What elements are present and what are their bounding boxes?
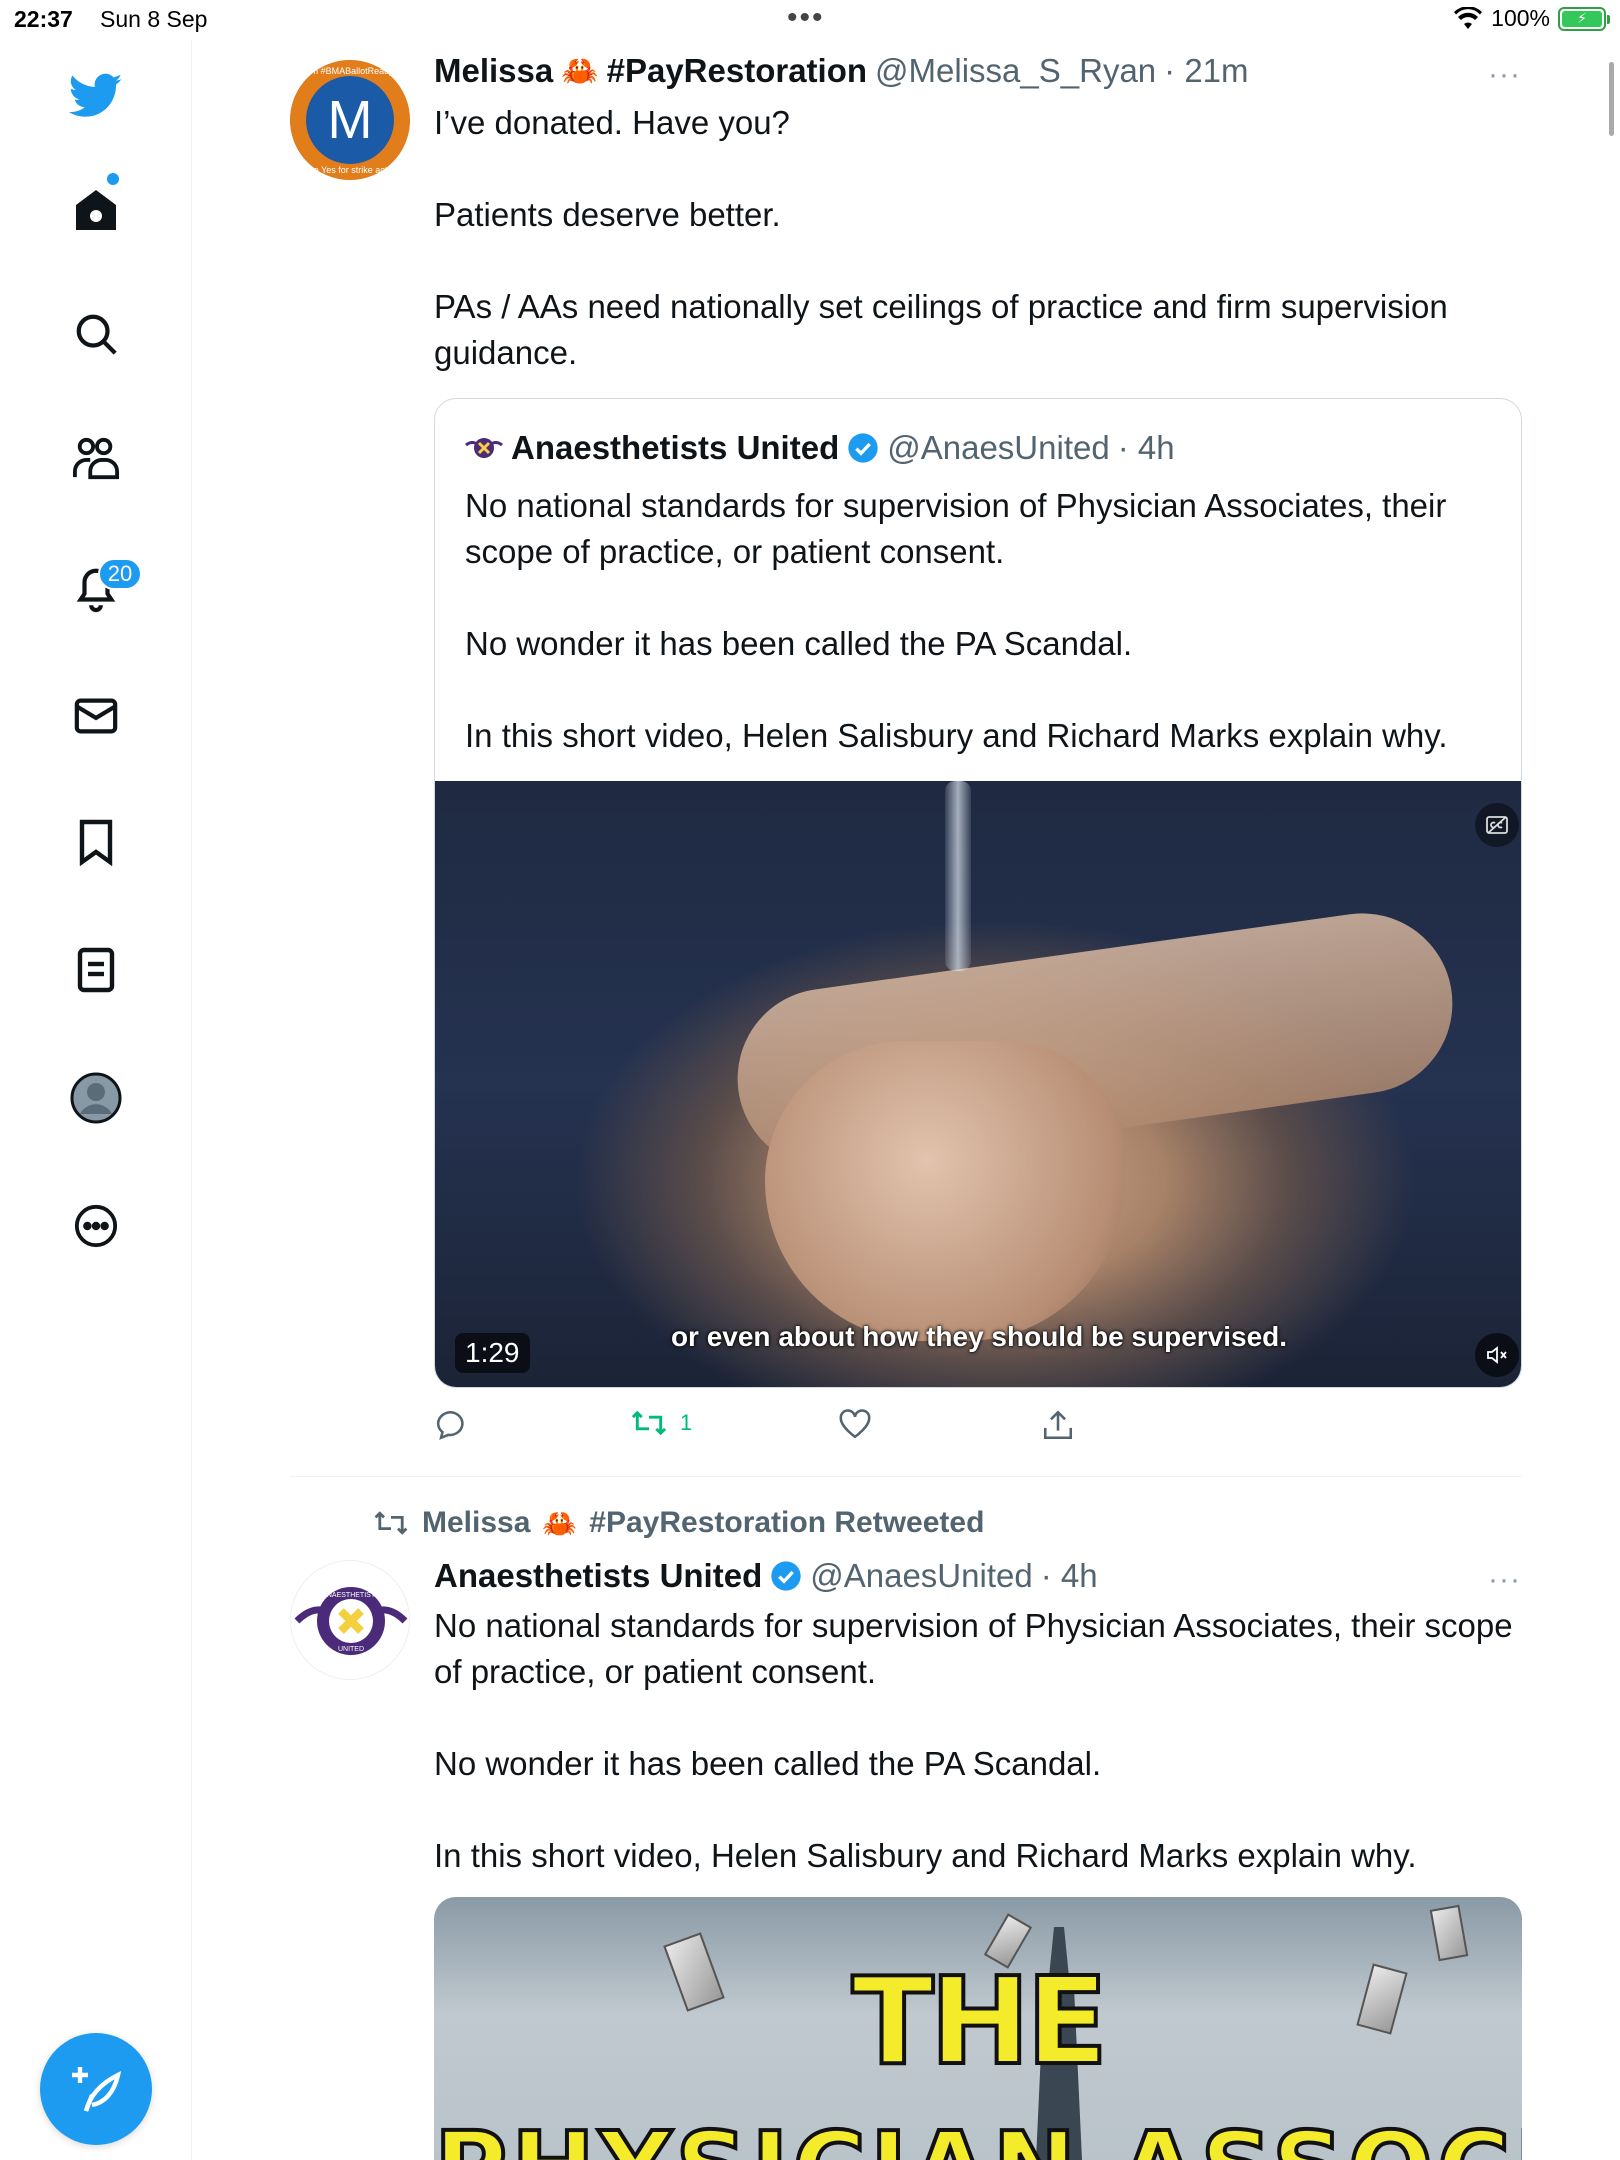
- lists-icon: [77, 947, 115, 993]
- tweet-divider: [290, 1476, 1522, 1477]
- tweet1-handle[interactable]: @Melissa_S_Ryan: [875, 52, 1156, 90]
- quote-video[interactable]: or even about how they should be supervi…: [435, 781, 1521, 1387]
- share-icon: [1043, 1410, 1073, 1440]
- mail-icon: [74, 698, 118, 734]
- twitter-logo-icon[interactable]: [66, 66, 126, 126]
- tweet1-author-tag[interactable]: #PayRestoration: [607, 52, 867, 90]
- communities-icon: [73, 437, 119, 480]
- captions-toggle-icon[interactable]: [1475, 803, 1519, 847]
- nav-home[interactable]: [66, 180, 126, 240]
- like-button[interactable]: [838, 1408, 884, 1440]
- share-button[interactable]: [1042, 1408, 1074, 1442]
- video-frame-water: [945, 781, 971, 971]
- tweet1-text: I’ve donated. Have you? Patients deserve…: [434, 104, 1448, 371]
- melissa-avatar[interactable]: M I'm #BMABallotReady Vote Yes for strik…: [290, 60, 410, 180]
- tweet2-text: No national standards for supervision of…: [434, 1607, 1513, 1874]
- bookmark-icon: [79, 819, 113, 866]
- quote-author-name: Anaesthetists United: [511, 429, 840, 466]
- verified-badge-icon: [848, 433, 878, 463]
- search-icon: [76, 314, 117, 355]
- nav-lists[interactable]: [66, 940, 126, 1000]
- sidebar: 20: [0, 40, 192, 2160]
- video-duration: 1:29: [455, 1333, 530, 1373]
- nav-more[interactable]: [66, 1196, 126, 1256]
- retweet-count: 1: [680, 1410, 693, 1435]
- floating-card-decoration: [1429, 1904, 1469, 1962]
- battery-icon: ⚡: [1558, 6, 1610, 31]
- mute-icon[interactable]: [1475, 1333, 1519, 1377]
- status-time: 22:37: [14, 6, 73, 32]
- scrollbar[interactable]: [1609, 62, 1614, 136]
- wifi-icon: [1454, 6, 1483, 29]
- retweeted-by-tag: #PayRestoration Retweeted: [589, 1506, 985, 1539]
- thumbnail-subtitle: PHYSICIAN ASSOCIATE: [434, 2119, 1522, 2160]
- avatar2-ring-top: ANAESTHETISTS: [322, 1592, 380, 1599]
- status-right: 100% ⚡: [1453, 5, 1610, 32]
- compose-tweet-button[interactable]: [40, 2033, 152, 2145]
- home-unread-dot: [107, 173, 119, 185]
- quote-time: · 4h: [1117, 429, 1175, 466]
- quote-text: No national standards for supervision of…: [465, 487, 1448, 754]
- avatar2-ring-bottom: UNITED: [338, 1646, 364, 1653]
- anaesthetists-united-avatar[interactable]: ANAESTHETISTS UNITED: [290, 1560, 410, 1680]
- tweet2-video-thumbnail[interactable]: THE PHYSICIAN ASSOCIATE: [434, 1897, 1522, 2160]
- feather-plus-icon: [72, 2067, 122, 2112]
- quote-header: Anaesthetists United @AnaesUnited · 4h: [465, 429, 1175, 467]
- tweet2-more-button[interactable]: ···: [1488, 1563, 1521, 1597]
- tweet2-time[interactable]: · 4h: [1041, 1557, 1098, 1595]
- nav-bookmarks[interactable]: [66, 812, 126, 872]
- tweet2-header: Anaesthetists United @AnaesUnited · 4h: [434, 1557, 1098, 1595]
- anaesthetists-united-logo-icon: [465, 438, 503, 458]
- verified-badge-icon: [771, 1561, 801, 1591]
- tweet1-actions: 1: [434, 1408, 1522, 1452]
- video-frame-hands: [765, 1041, 1125, 1341]
- tweet1-time[interactable]: · 21m: [1164, 52, 1248, 90]
- status-bar: 22:37 Sun 8 Sep ••• 100% ⚡: [0, 0, 1620, 40]
- notifications-badge: 20: [98, 558, 142, 590]
- tweet1-header: Melissa 🦀 #PayRestoration @Melissa_S_Rya…: [434, 52, 1249, 90]
- nav-messages[interactable]: [66, 686, 126, 746]
- retweeted-by-name: Melissa: [422, 1506, 531, 1539]
- tweet2-author-name[interactable]: Anaesthetists United: [434, 1557, 762, 1595]
- reply-icon: [436, 1410, 464, 1440]
- thumbnail-title: THE: [850, 1953, 1110, 2092]
- heart-icon: [839, 1409, 871, 1439]
- retweet-icon: [631, 1410, 667, 1436]
- tweet1-more-button[interactable]: ···: [1488, 58, 1521, 92]
- quote-handle: @AnaesUnited: [887, 429, 1110, 466]
- reply-button[interactable]: [434, 1408, 480, 1442]
- nav-communities[interactable]: [66, 428, 126, 488]
- avatar-ring-top: I'm #BMABallotReady: [306, 66, 394, 76]
- avatar-ring-bottom: Vote Yes for strike action: [301, 165, 400, 175]
- home-icon: [76, 190, 116, 230]
- retweeted-by-line[interactable]: Melissa 🦀 #PayRestoration Retweeted: [372, 1506, 984, 1540]
- crab-emoji-small-icon: 🦀: [542, 1507, 578, 1539]
- retweet-small-icon: [374, 1511, 408, 1535]
- nav-explore[interactable]: [66, 304, 126, 364]
- more-circle-icon: [74, 1204, 118, 1248]
- avatar-letter: M: [328, 90, 373, 150]
- multitasking-dots-icon[interactable]: •••: [787, 3, 825, 33]
- retweet-button[interactable]: 1: [630, 1408, 692, 1438]
- tweet2-handle[interactable]: @AnaesUnited: [810, 1557, 1032, 1595]
- battery-percent: 100%: [1491, 5, 1550, 31]
- crab-emoji-icon: 🦀: [561, 54, 599, 88]
- tweet1-author-name[interactable]: Melissa: [434, 52, 553, 90]
- nav-profile[interactable]: [66, 1068, 126, 1128]
- status-date: Sun 8 Sep: [100, 6, 208, 32]
- quoted-tweet[interactable]: Anaesthetists United @AnaesUnited · 4h N…: [434, 398, 1522, 1388]
- profile-avatar-icon: [70, 1072, 122, 1124]
- video-caption: or even about how they should be supervi…: [670, 1321, 1288, 1352]
